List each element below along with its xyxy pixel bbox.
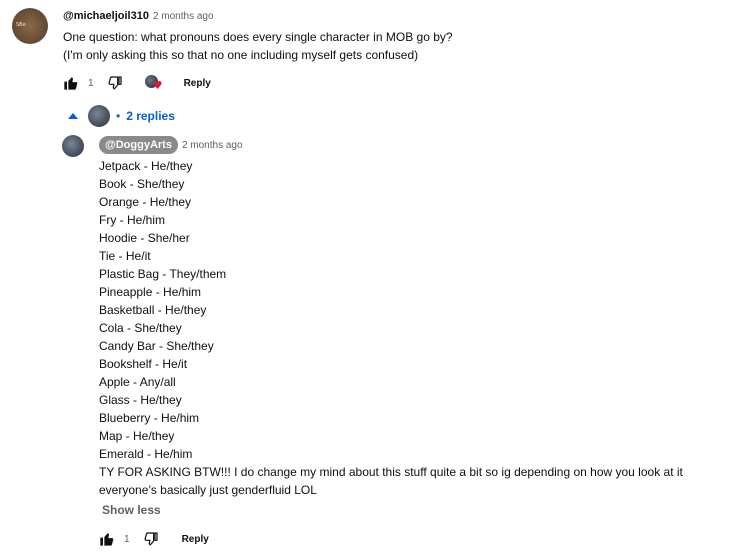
commenter-avatar[interactable]: SBe [12,8,48,44]
thumbs-down-icon [144,532,158,546]
comment-text-line: One question: what pronouns does every s… [63,30,453,44]
reply-actions: 1 Reply [98,530,209,548]
reply-line: Candy Bar - She/they [99,339,214,353]
heart-icon: ♥ [152,79,163,92]
comment-thread: SBe @michaeljoil310 2 months ago One que… [0,0,732,553]
show-less-button[interactable]: Show less [102,503,161,517]
thumbs-up-icon [64,77,78,90]
reply-line: Tie - He/it [99,249,151,263]
reply-author[interactable]: @DoggyArts [99,136,178,154]
reply-dislike-button[interactable] [142,530,160,548]
replies-toggle[interactable]: • 2 replies [66,104,175,128]
comment-text: One question: what pronouns does every s… [63,28,453,64]
reply-timestamp[interactable]: 2 months ago [182,140,243,151]
reply-line: Emerald - He/him [99,447,193,461]
reply-line: Map - He/they [99,429,175,443]
thumbs-up-icon [100,533,114,546]
replies-count: 2 replies [126,109,175,123]
comment-timestamp[interactable]: 2 months ago [153,11,214,22]
avatar-text: SBe [16,22,26,28]
reply-line: Hoodie - She/her [99,231,190,245]
reply-line: Fry - He/him [99,213,165,227]
reply-line: Plastic Bag - They/them [99,267,227,281]
like-button[interactable] [62,74,80,92]
reply-closing-text: TY FOR ASKING BTW!!! I do change my mind… [99,465,683,497]
reply-line: Pineapple - He/him [99,285,202,299]
reply-header: @DoggyArts 2 months ago [99,136,243,154]
comment-header: @michaeljoil310 2 months ago [63,10,214,22]
separator-dot: • [116,109,121,123]
thumbs-down-icon [108,76,122,90]
reply-line: Basketball - He/they [99,303,207,317]
reply-line: Glass - He/they [99,393,182,407]
reply-reply-button[interactable]: Reply [182,534,209,545]
reply-author-avatar[interactable] [62,135,84,157]
reply-line: Blueberry - He/him [99,411,200,425]
like-count: 1 [88,77,94,89]
reply-line: Bookshelf - He/it [99,357,188,371]
reply-like-count: 1 [124,533,130,545]
reply-line: Orange - He/they [99,195,192,209]
comment-author[interactable]: @michaeljoil310 [63,10,149,22]
reply-line: Apple - Any/all [99,375,176,389]
reply-button[interactable]: Reply [184,78,211,89]
dislike-button[interactable] [106,74,124,92]
reply-line: Jetpack - He/they [99,159,193,173]
chevron-up-icon [66,109,80,123]
reply-line: Book - She/they [99,177,185,191]
reply-text: Jetpack - He/they Book - She/they Orange… [99,157,719,499]
reply-like-button[interactable] [98,530,116,548]
creator-heart-badge: ♥ [144,74,164,92]
comment-actions: 1 ♥ Reply [62,74,211,92]
replier-avatar [88,105,110,127]
reply-line: Cola - She/they [99,321,182,335]
comment-text-line: (I'm only asking this so that no one inc… [63,48,419,62]
